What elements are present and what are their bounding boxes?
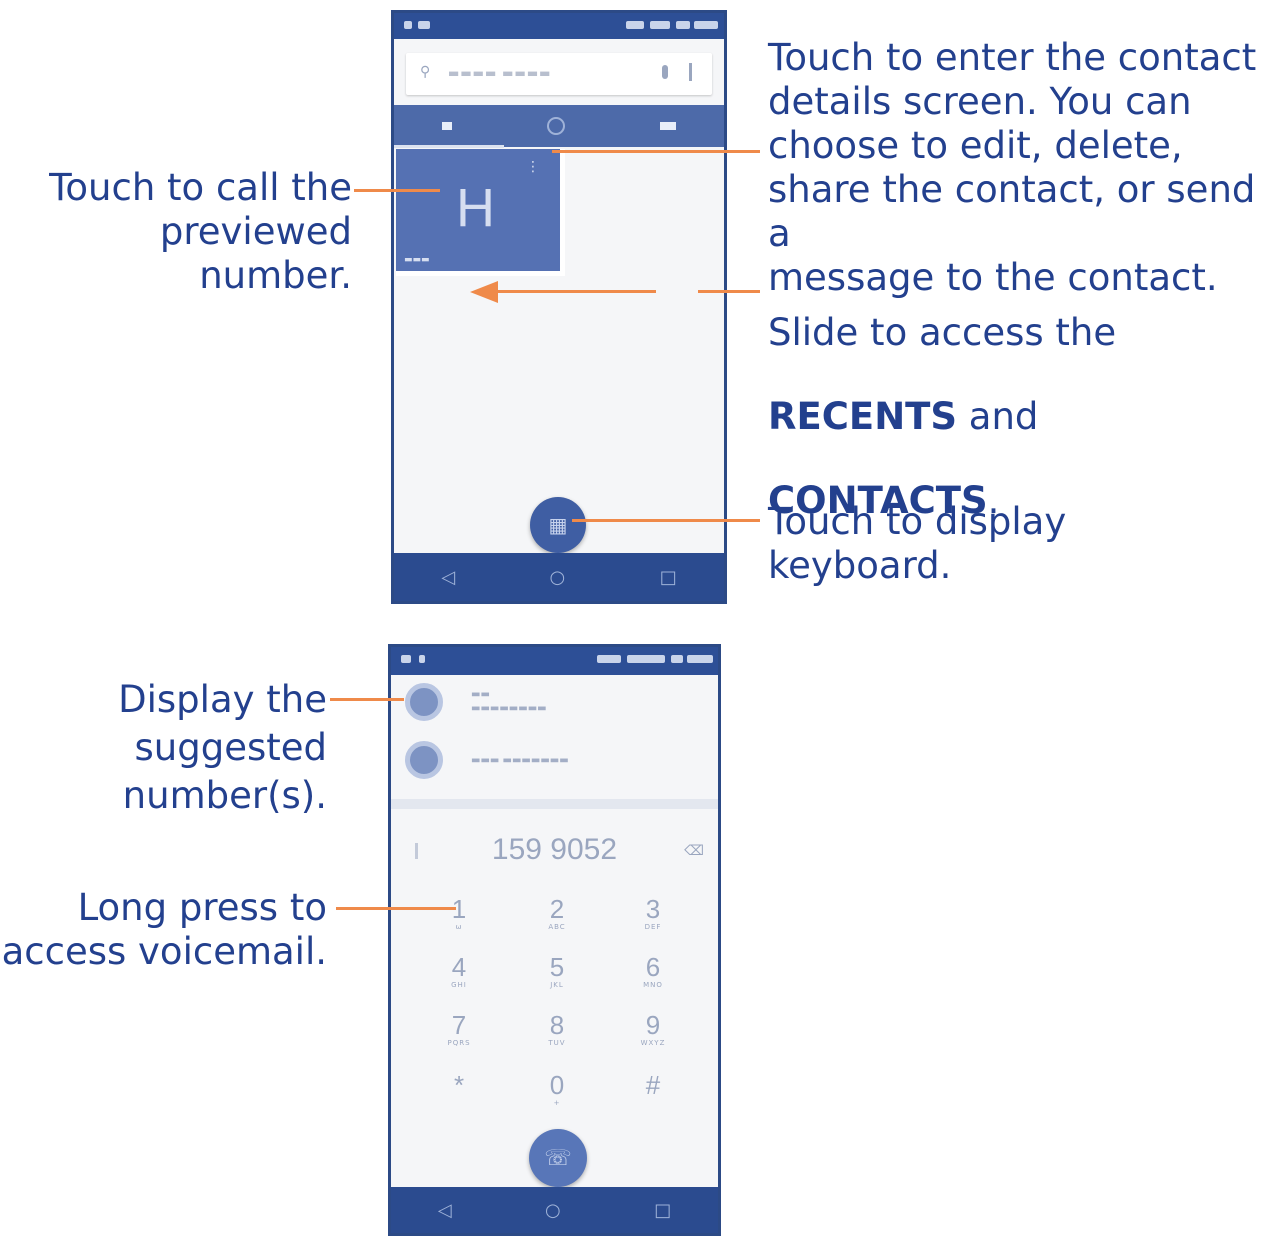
connector-contact-details (552, 150, 760, 153)
dial-key-star[interactable]: * (419, 1071, 499, 1099)
dial-key-6[interactable]: 6 MNO (613, 953, 693, 989)
slide-arrow-shaft (496, 290, 656, 293)
search-icon: ⚲ (420, 64, 431, 80)
recents-icon[interactable]: □ (654, 1200, 671, 1221)
dial-key-number: 5 (549, 952, 565, 982)
callout-call-previewed: Touch to call the previewed number. (49, 166, 352, 297)
avatar (405, 683, 443, 721)
callout-suggested: Display the suggested number(s). (118, 678, 327, 817)
nav-bar: ◁ ○ □ (391, 1187, 718, 1233)
slide-text-recents: RECENTS (768, 395, 958, 438)
connector-call-previewed (354, 189, 440, 192)
phone-icon[interactable]: ☏ (529, 1129, 587, 1187)
bottom-phone-screenshot: ▬▬ ▬▬▬▬▬▬▬▬ ▬▬▬ ▬▬▬▬▬▬▬ 159 9052 ⌫ 1 ω 2 AB… (388, 644, 721, 1236)
dial-key-letters: GHI (451, 981, 467, 989)
arrow-left-icon (470, 281, 498, 303)
dial-key-number: 8 (549, 1010, 565, 1040)
dial-key-5[interactable]: 5 JKL (517, 953, 597, 989)
dial-key-number: 2 (549, 894, 565, 924)
connector-suggested (330, 698, 404, 701)
search-placeholder: ▬▬▬▬ ▬▬▬▬ (448, 66, 552, 80)
dial-key-letters: WXYZ (640, 1039, 666, 1047)
dial-key-letters: TUV (548, 1039, 566, 1047)
more-vert-icon[interactable] (689, 63, 692, 81)
back-icon[interactable]: ◁ (441, 567, 455, 588)
dial-key-0[interactable]: 0 + (517, 1071, 597, 1107)
divider (391, 799, 718, 809)
backspace-icon[interactable]: ⌫ (684, 843, 704, 859)
suggested-contact-name: ▬▬ (471, 689, 490, 700)
dial-key-letters: ABC (548, 923, 566, 931)
dial-key-3[interactable]: 3 DEF (613, 895, 693, 931)
top-phone-screenshot: ⚲ ▬▬▬▬ ▬▬▬▬ H ⋮ ▬▬▬ ▦ ◁ ○ □ (391, 10, 727, 604)
dial-key-7[interactable]: 7 PQRS (419, 1011, 499, 1047)
dial-key-number: 7 (451, 1010, 467, 1040)
star-icon[interactable] (441, 122, 452, 130)
contact-letter: H (456, 178, 495, 238)
dial-key-number: 4 (451, 952, 467, 982)
dial-key-number: 6 (645, 952, 661, 982)
contact-name: ▬▬▬ (404, 255, 430, 265)
contact-preview-card[interactable]: H ⋮ ▬▬▬ (396, 149, 565, 276)
dial-key-number: # (645, 1070, 661, 1100)
slide-text-and: and (957, 395, 1039, 438)
callout-contact-details: Touch to enter the contact details scree… (768, 36, 1257, 299)
connector-keyboard (572, 519, 760, 522)
dial-key-number: * (453, 1070, 465, 1100)
suggested-contact-row[interactable]: ▬▬ ▬▬▬▬▬▬▬▬ (391, 675, 718, 731)
dial-key-9[interactable]: 9 WXYZ (613, 1011, 693, 1047)
dial-key-letters: ω (455, 923, 463, 931)
nav-bar: ◁ ○ □ (394, 553, 724, 601)
add-contact-icon (405, 741, 443, 779)
dial-key-letters: JKL (550, 981, 564, 989)
dialpad-icon[interactable]: ▦ (530, 497, 586, 553)
dial-key-2[interactable]: 2 ABC (517, 895, 597, 931)
add-to-contacts-row[interactable]: ▬▬▬ ▬▬▬▬▬▬▬ (391, 733, 718, 789)
home-icon[interactable]: ○ (550, 567, 566, 588)
dial-key-1[interactable]: 1ω (419, 895, 499, 931)
dial-key-letters: DEF (644, 923, 662, 931)
mic-icon[interactable] (662, 65, 668, 79)
dial-key-number: 9 (645, 1010, 661, 1040)
tab-bar (394, 105, 724, 147)
dial-key-letters: + (553, 1099, 561, 1107)
more-vert-icon[interactable]: ⋮ (526, 159, 540, 175)
connector-voicemail (336, 907, 456, 910)
home-icon[interactable]: ○ (545, 1200, 561, 1221)
dial-key-4[interactable]: 4 GHI (419, 953, 499, 989)
slide-text-line1: Slide to access the (768, 311, 1117, 354)
callout-voicemail: Long press to access voicemail. (1, 886, 327, 973)
add-to-contacts-label: ▬▬▬ ▬▬▬▬▬▬▬ (471, 755, 569, 766)
search-bar[interactable]: ⚲ ▬▬▬▬ ▬▬▬▬ (406, 53, 712, 95)
dialed-number[interactable]: 159 9052 (391, 833, 718, 867)
dial-key-number: 0 (549, 1070, 565, 1100)
dial-key-hash[interactable]: # (613, 1071, 693, 1099)
suggested-contact-number: ▬▬▬▬▬▬▬▬ (471, 703, 547, 714)
people-icon[interactable] (660, 122, 677, 130)
status-bar (391, 647, 718, 675)
dial-key-letters: PQRS (447, 1039, 471, 1047)
callout-keyboard: Touch to display keyboard. (768, 500, 1067, 587)
dial-key-number: 3 (645, 894, 661, 924)
recents-icon[interactable]: □ (660, 567, 677, 588)
callout-slide: Slide to access the RECENTS and CONTACTS… (768, 270, 1116, 522)
dial-key-letters: MNO (643, 981, 663, 989)
status-bar (394, 13, 724, 39)
clock-icon[interactable] (546, 117, 565, 135)
back-icon[interactable]: ◁ (438, 1200, 452, 1221)
dial-key-8[interactable]: 8 TUV (517, 1011, 597, 1047)
connector-slide (698, 290, 760, 293)
